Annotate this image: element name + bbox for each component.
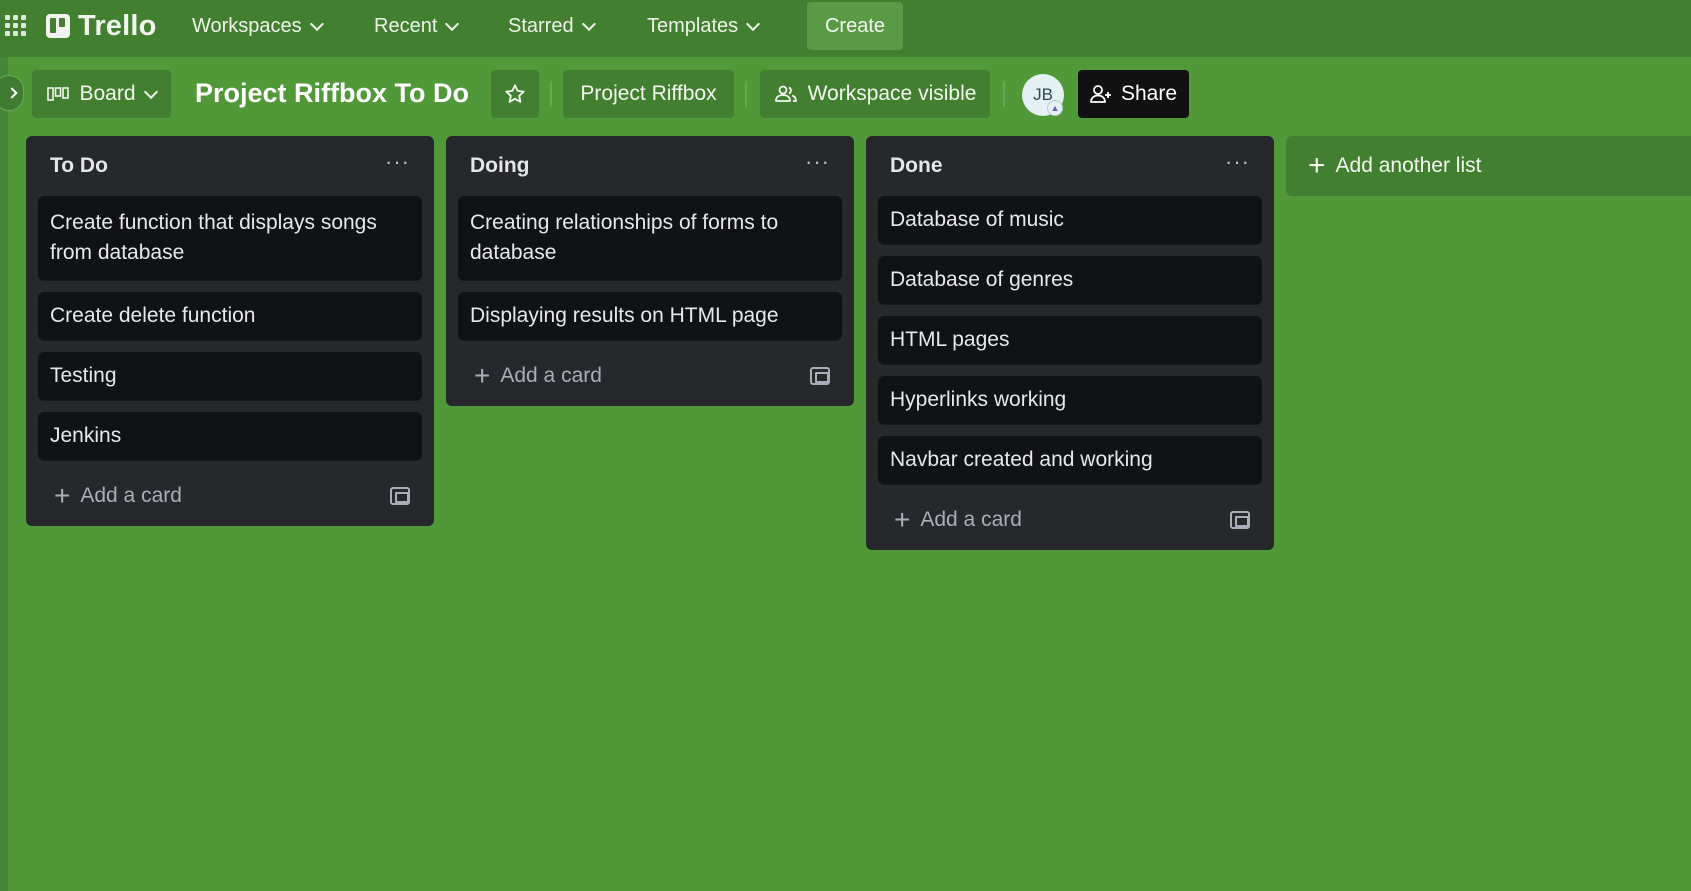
plus-icon: + bbox=[474, 360, 491, 391]
card[interactable]: Database of music bbox=[878, 196, 1262, 244]
share-button[interactable]: Share bbox=[1078, 70, 1189, 118]
list-to-do: To Do ··· Create function that displays … bbox=[26, 136, 434, 526]
sidebar-collapsed bbox=[0, 57, 8, 891]
trello-logo-icon bbox=[46, 14, 70, 38]
workspaces-menu[interactable]: Workspaces bbox=[186, 8, 328, 44]
top-navigation: Trello Workspaces Recent Starred Templat… bbox=[0, 0, 1691, 57]
add-card-row: + Add a card bbox=[458, 346, 842, 406]
chevron-down-icon bbox=[143, 84, 158, 99]
card-template-icon[interactable] bbox=[810, 367, 830, 385]
add-card-row: + Add a card bbox=[878, 490, 1262, 550]
add-member-icon bbox=[1090, 85, 1111, 103]
add-card-row: + Add a card bbox=[38, 466, 422, 526]
plus-icon: + bbox=[54, 480, 71, 511]
starred-menu-label: Starred bbox=[508, 14, 574, 37]
card[interactable]: Navbar created and working bbox=[878, 436, 1262, 484]
list-title[interactable]: Done bbox=[890, 154, 943, 178]
add-card-label: Add a card bbox=[80, 484, 182, 507]
board-view-icon bbox=[47, 87, 70, 101]
add-card-button[interactable]: + Add a card bbox=[894, 504, 1022, 535]
people-visibility-icon bbox=[774, 85, 797, 102]
visibility-label: Workspace visible bbox=[807, 82, 977, 105]
workspace-button[interactable]: Project Riffbox bbox=[563, 70, 734, 118]
board-view-switcher[interactable]: Board bbox=[32, 70, 171, 118]
add-card-button[interactable]: + Add a card bbox=[474, 360, 602, 391]
visibility-button[interactable]: Workspace visible bbox=[760, 70, 990, 118]
add-card-label: Add a card bbox=[920, 508, 1022, 531]
templates-menu-label: Templates bbox=[647, 14, 739, 37]
list-menu-icon[interactable]: ··· bbox=[1225, 151, 1250, 173]
starred-menu[interactable]: Starred bbox=[502, 8, 600, 44]
list-menu-icon[interactable]: ··· bbox=[805, 151, 830, 173]
board-view-label: Board bbox=[79, 82, 136, 105]
card[interactable]: Jenkins bbox=[38, 412, 422, 460]
app-switcher-icon[interactable] bbox=[4, 14, 26, 36]
add-list-button[interactable]: + Add another list bbox=[1286, 136, 1691, 196]
star-board-button[interactable] bbox=[491, 70, 539, 118]
chevron-down-icon bbox=[746, 16, 761, 31]
list-done: Done ··· Database of music Database of g… bbox=[866, 136, 1274, 550]
share-label: Share bbox=[1120, 82, 1178, 105]
logo-text: Trello bbox=[78, 9, 157, 42]
chevron-down-icon bbox=[445, 16, 460, 31]
list-doing: Doing ··· Creating relationships of form… bbox=[446, 136, 854, 406]
add-card-label: Add a card bbox=[500, 364, 602, 387]
plus-icon: + bbox=[1308, 149, 1326, 182]
card-template-icon[interactable] bbox=[1230, 511, 1250, 529]
admin-badge-icon: ▲ bbox=[1047, 100, 1063, 116]
list-header[interactable]: To Do ··· bbox=[38, 136, 422, 196]
chevron-down-icon bbox=[309, 16, 324, 31]
add-card-button[interactable]: + Add a card bbox=[54, 480, 182, 511]
list-header[interactable]: Done ··· bbox=[878, 136, 1262, 196]
list-title[interactable]: To Do bbox=[50, 154, 108, 178]
recent-menu-label: Recent bbox=[374, 14, 438, 37]
board-title[interactable]: Project Riffbox To Do bbox=[195, 78, 469, 109]
create-button[interactable]: Create bbox=[807, 2, 903, 50]
trello-logo[interactable]: Trello bbox=[46, 9, 157, 42]
header-divider bbox=[1003, 81, 1005, 107]
workspace-label: Project Riffbox bbox=[580, 82, 717, 105]
card[interactable]: Displaying results on HTML page bbox=[458, 292, 842, 340]
chevron-right-icon bbox=[6, 87, 18, 99]
workspaces-menu-label: Workspaces bbox=[192, 14, 302, 37]
templates-menu[interactable]: Templates bbox=[641, 8, 764, 44]
header-divider bbox=[745, 81, 747, 107]
list-header[interactable]: Doing ··· bbox=[458, 136, 842, 196]
card[interactable]: Testing bbox=[38, 352, 422, 400]
card[interactable]: HTML pages bbox=[878, 316, 1262, 364]
card[interactable]: Creating relationships of forms to datab… bbox=[458, 196, 842, 280]
sidebar-expand-button[interactable] bbox=[0, 75, 24, 111]
card[interactable]: Create delete function bbox=[38, 292, 422, 340]
card[interactable]: Hyperlinks working bbox=[878, 376, 1262, 424]
chevron-down-icon bbox=[581, 16, 596, 31]
list-menu-icon[interactable]: ··· bbox=[385, 151, 410, 173]
add-list-label: Add another list bbox=[1335, 154, 1482, 177]
card-template-icon[interactable] bbox=[390, 487, 410, 505]
star-icon bbox=[505, 84, 525, 103]
card[interactable]: Create function that displays songs from… bbox=[38, 196, 422, 280]
list-title[interactable]: Doing bbox=[470, 154, 529, 178]
recent-menu[interactable]: Recent bbox=[368, 8, 463, 44]
plus-icon: + bbox=[894, 504, 911, 535]
header-divider bbox=[550, 81, 552, 107]
card[interactable]: Database of genres bbox=[878, 256, 1262, 304]
